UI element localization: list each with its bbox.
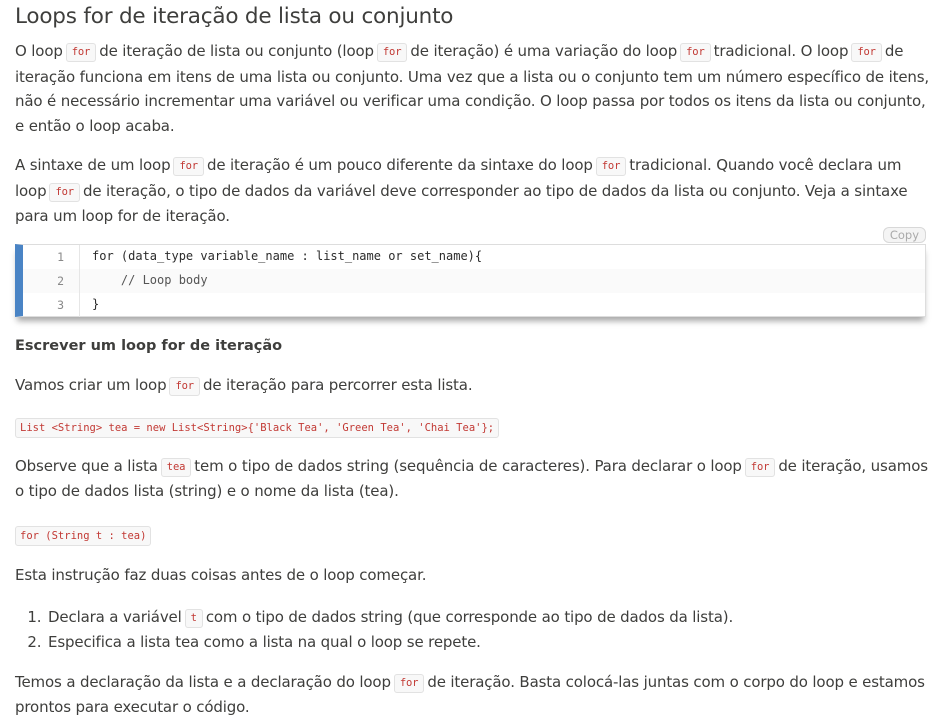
code-text: // Loop body: [92, 273, 208, 288]
text: tem o tipo de dados string (sequência de…: [194, 456, 742, 475]
paragraph-syntax: A sintaxe de um loop for de iteração é um …: [15, 153, 934, 229]
text: de iteração de lista ou conjunto (loop: [99, 42, 374, 60]
inline-code: tea: [160, 457, 192, 477]
numbered-list: Declara a variáveltcom o tipo de dados s…: [15, 605, 934, 655]
line-number: 3: [23, 292, 80, 317]
text: A sintaxe de um loop: [15, 156, 171, 174]
code-text: }: [92, 297, 100, 312]
code-snippet-list: List <String> tea = new List<String>{'Bl…: [15, 418, 500, 438]
copy-button[interactable]: Copy: [882, 226, 926, 243]
list-item: Especifica a lista tea como a lista na q…: [46, 630, 934, 655]
text: Temos a declaração da lista e a declaraç…: [15, 672, 391, 691]
list-item: Declara a variáveltcom o tipo de dados s…: [46, 605, 934, 631]
code-block-container: Copy 1 for (data_type variable_name : li…: [15, 226, 926, 317]
code-snippet-for: for (String t : tea): [15, 525, 152, 546]
inline-code: for: [169, 376, 200, 396]
inline-code: for: [851, 43, 882, 62]
paragraph-create-loop: Vamos criar um loop for de iteração para p…: [15, 373, 934, 399]
text: tradicional. O loop: [713, 42, 849, 60]
paragraph-instruction: Esta instrução faz duas coisas antes de …: [15, 566, 427, 584]
section-title: Loops for de iteração de lista ou conjun…: [15, 4, 454, 29]
text: Observe que a lista: [15, 456, 158, 475]
paragraph-intro: O loop for de iteração de lista ou conjunt…: [15, 39, 934, 138]
article-content: Loops for de iteração de lista ou conjun…: [0, 3, 949, 716]
text: com o tipo de dados string (que correspo…: [205, 607, 734, 626]
text: de iteração para percorrer esta lista.: [202, 375, 473, 394]
text: de iteração é um pouco diferente da sint…: [206, 156, 593, 174]
inline-code: for: [376, 43, 408, 62]
code-line: 3 }: [23, 292, 925, 317]
text: de iteração, o tipo de dados da variável…: [15, 181, 908, 226]
line-number: 2: [23, 268, 80, 293]
inline-code: t: [184, 608, 203, 628]
inline-code: for: [173, 157, 204, 176]
code-text: for (data_type variable_name : list_name…: [92, 249, 483, 264]
paragraph-observe: Observe que a lista tea tem o tipo de dado…: [15, 454, 934, 504]
line-number: 1: [23, 244, 80, 269]
inline-code: for: [49, 182, 80, 202]
text: de iteração) é uma variação do loop: [410, 42, 678, 60]
text: Declara a variável: [48, 607, 182, 626]
code-line: 1 for (data_type variable_name : list_na…: [23, 244, 925, 269]
inline-code: for: [744, 457, 776, 477]
code-block: 1 for (data_type variable_name : list_na…: [15, 243, 926, 317]
inline-code: for: [680, 43, 711, 62]
subheading: Escrever um loop for de iteração: [15, 337, 283, 354]
text: Vamos criar um loop: [15, 375, 167, 394]
text: O loop: [15, 42, 63, 60]
inline-code: for: [393, 673, 425, 693]
paragraph-conclusion: Temos a declaração da lista e a declaraç…: [15, 670, 934, 716]
inline-code: for: [595, 157, 627, 176]
inline-code: for: [65, 43, 97, 62]
code-line: 2 // Loop body: [23, 268, 925, 293]
